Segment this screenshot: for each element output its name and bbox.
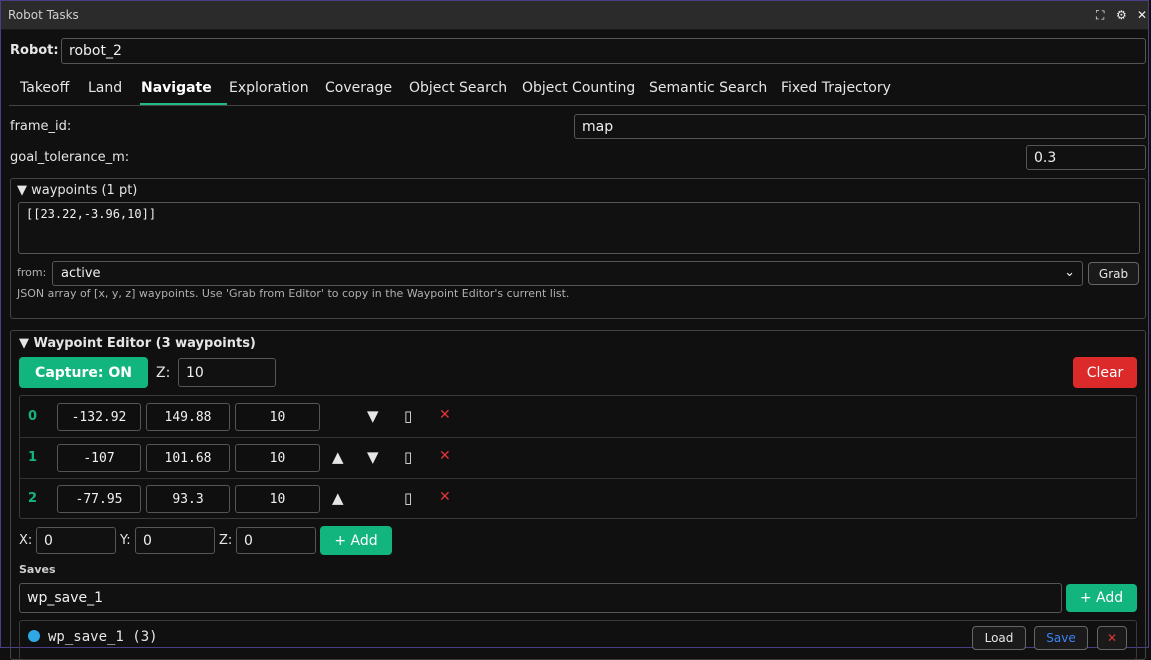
delete-icon[interactable]: ✕ xyxy=(439,448,451,464)
waypoint-z-input[interactable]: 10 xyxy=(235,485,320,513)
chevron-down-icon: ⌄ xyxy=(1064,265,1075,280)
new-x-input[interactable]: 0 xyxy=(36,527,116,554)
new-y-label: Y: xyxy=(120,533,131,548)
save-item-name: wp_save_1 (3) xyxy=(48,629,158,645)
frame-id-label: frame_id: xyxy=(10,119,72,134)
waypoints-panel: ▼ waypoints (1 pt) [[23.22,-3.96,10]] fr… xyxy=(10,178,1146,319)
waypoint-y-input[interactable]: 93.3 xyxy=(146,485,230,513)
waypoint-index: 1 xyxy=(28,450,38,465)
robot-input[interactable]: robot_2 xyxy=(61,38,1146,64)
move-up-icon[interactable]: ▲ xyxy=(332,448,344,466)
saves-header: Saves xyxy=(19,563,56,576)
waypoint-editor-toggle[interactable]: ▼ Waypoint Editor (3 waypoints) xyxy=(19,336,256,351)
tab-navigate[interactable]: Navigate xyxy=(141,80,212,96)
new-z-label: Z: xyxy=(219,533,233,548)
new-x-label: X: xyxy=(19,533,33,548)
tab-object-counting[interactable]: Object Counting xyxy=(522,80,635,96)
overwrite-save-button[interactable]: Save xyxy=(1034,626,1088,650)
waypoint-z-input[interactable]: 10 xyxy=(235,444,320,472)
copy-icon[interactable]: ▯ xyxy=(404,407,412,425)
tab-semantic-search[interactable]: Semantic Search xyxy=(649,80,767,96)
capture-toggle-button[interactable]: Capture: ON xyxy=(19,357,148,388)
save-status-dot xyxy=(28,630,40,642)
waypoint-z-input[interactable]: 10 xyxy=(235,403,320,431)
waypoint-table: 0 -132.92 149.88 10 ▼ ▯ ✕ 1 -107 101.68 … xyxy=(19,395,1137,519)
waypoint-x-input[interactable]: -107 xyxy=(57,444,141,472)
from-select[interactable]: active ⌄ xyxy=(52,261,1083,286)
close-icon[interactable]: ✕ xyxy=(1137,8,1147,22)
title-bar: Robot Tasks ⛶ ⚙ ✕ xyxy=(1,1,1148,30)
copy-icon[interactable]: ▯ xyxy=(404,489,412,507)
tab-coverage[interactable]: Coverage xyxy=(325,80,392,96)
delete-save-button[interactable]: ✕ xyxy=(1097,626,1127,650)
save-name-input[interactable]: wp_save_1 xyxy=(19,583,1062,613)
waypoint-x-input[interactable]: -132.92 xyxy=(57,403,141,431)
waypoints-json-textarea[interactable]: [[23.22,-3.96,10]] xyxy=(18,202,1140,254)
add-waypoint-button[interactable]: + Add xyxy=(320,526,392,555)
add-save-button[interactable]: + Add xyxy=(1066,584,1137,612)
tab-exploration[interactable]: Exploration xyxy=(229,80,309,96)
load-save-button[interactable]: Load xyxy=(972,626,1026,650)
tab-takeoff[interactable]: Takeoff xyxy=(20,80,69,96)
fullscreen-icon[interactable]: ⛶ xyxy=(1096,8,1104,23)
waypoint-index: 0 xyxy=(28,409,38,424)
move-down-icon[interactable]: ▼ xyxy=(367,448,379,466)
window-title: Robot Tasks xyxy=(8,8,79,22)
capture-z-label: Z: xyxy=(156,365,171,381)
from-select-value: active xyxy=(61,266,101,281)
goal-tolerance-input[interactable]: 0.3 xyxy=(1026,145,1146,170)
move-up-icon[interactable]: ▲ xyxy=(332,489,344,507)
waypoints-help-text: JSON array of [x, y, z] waypoints. Use '… xyxy=(17,287,570,300)
tab-object-search[interactable]: Object Search xyxy=(409,80,507,96)
tab-land[interactable]: Land xyxy=(88,80,122,96)
frame-id-input[interactable]: map xyxy=(574,114,1146,139)
new-z-input[interactable]: 0 xyxy=(236,527,316,554)
tab-fixed-trajectory[interactable]: Fixed Trajectory xyxy=(781,80,891,96)
capture-z-input[interactable]: 10 xyxy=(178,358,276,387)
from-label: from: xyxy=(17,266,47,279)
grab-button[interactable]: Grab xyxy=(1088,262,1139,285)
robot-label: Robot: xyxy=(10,43,59,58)
waypoint-y-input[interactable]: 101.68 xyxy=(146,444,230,472)
delete-icon[interactable]: ✕ xyxy=(439,407,451,423)
new-y-input[interactable]: 0 xyxy=(135,527,215,554)
goal-tolerance-label: goal_tolerance_m: xyxy=(10,150,130,165)
clear-button[interactable]: Clear xyxy=(1073,357,1137,388)
waypoint-index: 2 xyxy=(28,491,38,506)
waypoint-x-input[interactable]: -77.95 xyxy=(57,485,141,513)
move-down-icon[interactable]: ▼ xyxy=(367,407,379,425)
waypoint-row: 2 -77.95 93.3 10 ▲ ▯ ✕ xyxy=(20,478,1136,519)
waypoint-y-input[interactable]: 149.88 xyxy=(146,403,230,431)
gear-icon[interactable]: ⚙ xyxy=(1116,8,1127,22)
delete-icon[interactable]: ✕ xyxy=(439,489,451,505)
task-tabs: Takeoff Land Navigate Exploration Covera… xyxy=(9,72,1146,106)
waypoint-row: 0 -132.92 149.88 10 ▼ ▯ ✕ xyxy=(20,396,1136,438)
copy-icon[interactable]: ▯ xyxy=(404,448,412,466)
save-list-item: wp_save_1 (3) Load Save ✕ xyxy=(19,620,1137,660)
active-tab-indicator xyxy=(140,103,227,105)
waypoints-toggle[interactable]: ▼ waypoints (1 pt) xyxy=(17,183,137,198)
waypoint-row: 1 -107 101.68 10 ▲ ▼ ▯ ✕ xyxy=(20,437,1136,479)
